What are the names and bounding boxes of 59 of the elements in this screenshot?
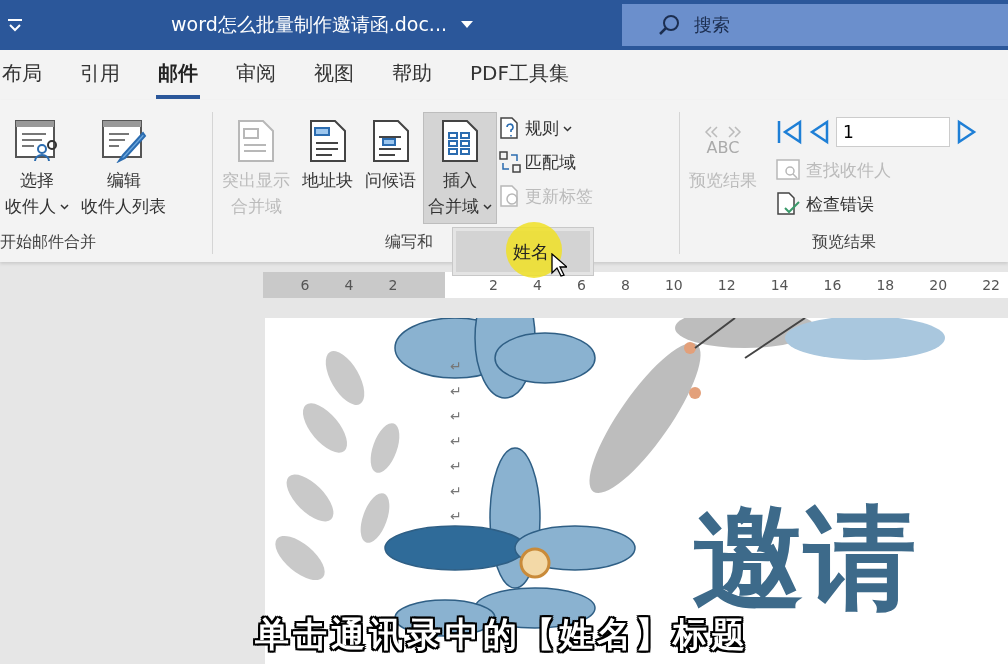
search-icon [658, 14, 680, 36]
ribbon-button[interactable]: 规则 [499, 114, 593, 142]
question-document-icon [499, 117, 521, 139]
ribbon-tab[interactable]: 帮助 [390, 51, 434, 99]
previous-record-icon[interactable] [808, 119, 830, 145]
refresh-document-icon [499, 185, 521, 207]
ribbon-button[interactable]: 匹配域 [499, 148, 593, 176]
ruler-number: 8 [620, 277, 630, 293]
ruler-number: 4 [532, 277, 542, 293]
document-icon [370, 119, 411, 163]
first-record-icon[interactable] [776, 119, 802, 145]
ruler-number: 10 [664, 277, 683, 293]
paragraph-mark: ↵ [450, 357, 462, 376]
paragraph-mark: ↵ [450, 407, 462, 426]
ribbon-tab[interactable]: PDF工具集 [468, 51, 571, 99]
check-document-icon [776, 192, 802, 216]
ruler-number: 2 [388, 277, 398, 293]
customize-toolbar-icon[interactable] [6, 17, 24, 33]
paragraph-mark: ↵ [450, 457, 462, 476]
ruler-number: 14 [770, 277, 789, 293]
group-label: 预览结果 [812, 232, 876, 253]
table-document-icon [440, 119, 480, 163]
ruler-number: 6 [576, 277, 586, 293]
ribbon-button[interactable]: 编辑 收件人列表 [76, 112, 171, 224]
caret-icon [461, 21, 473, 29]
ruler-number: 18 [876, 277, 895, 293]
ribbon-tab[interactable]: 布局 [0, 51, 44, 99]
pencil-list-icon [100, 119, 147, 163]
group-label: 编写和 [385, 232, 433, 253]
swap-fields-icon [499, 151, 521, 173]
group-label: 开始邮件合并 [0, 232, 97, 253]
ribbon-button[interactable]: 问候语 [360, 112, 421, 224]
ruler-number: 2 [489, 277, 498, 293]
ruler-number: 4 [344, 277, 354, 293]
ribbon-button[interactable]: 插入 合并域 [423, 112, 497, 224]
document-icon [307, 119, 348, 163]
ruler-number: 12 [717, 277, 736, 293]
recipients-list-icon [14, 119, 60, 163]
record-number-field[interactable]: 1 [836, 117, 950, 147]
paragraph-mark: ↵ [450, 432, 462, 451]
window-title: word怎么批量制作邀请函.doc... [171, 12, 447, 37]
ruler-number: 16 [823, 277, 842, 293]
ruler-number: 22 [982, 277, 1000, 293]
invitation-heading: 邀请 [691, 503, 916, 613]
paragraph-mark: ↵ [450, 482, 462, 501]
find-recipient-icon [776, 159, 802, 181]
ruler-number: 6 [300, 277, 310, 293]
ribbon-tab[interactable]: 视图 [312, 51, 356, 99]
ruler-number: 20 [929, 277, 948, 293]
document-icon [236, 119, 276, 163]
paragraph-mark: ↵ [450, 507, 462, 526]
ribbon-tab[interactable]: 引用 [78, 51, 122, 99]
next-record-icon[interactable] [956, 119, 978, 145]
ribbon-button[interactable]: 检查错误 [776, 190, 978, 218]
ribbon-tab[interactable]: 审阅 [234, 51, 278, 99]
ribbon-button[interactable]: 地址块 [297, 112, 358, 224]
search-field[interactable]: 搜索 [622, 4, 1008, 46]
ribbon-button[interactable]: 选择 收件人 [0, 112, 74, 224]
paragraph-mark: ↵ [450, 382, 462, 401]
